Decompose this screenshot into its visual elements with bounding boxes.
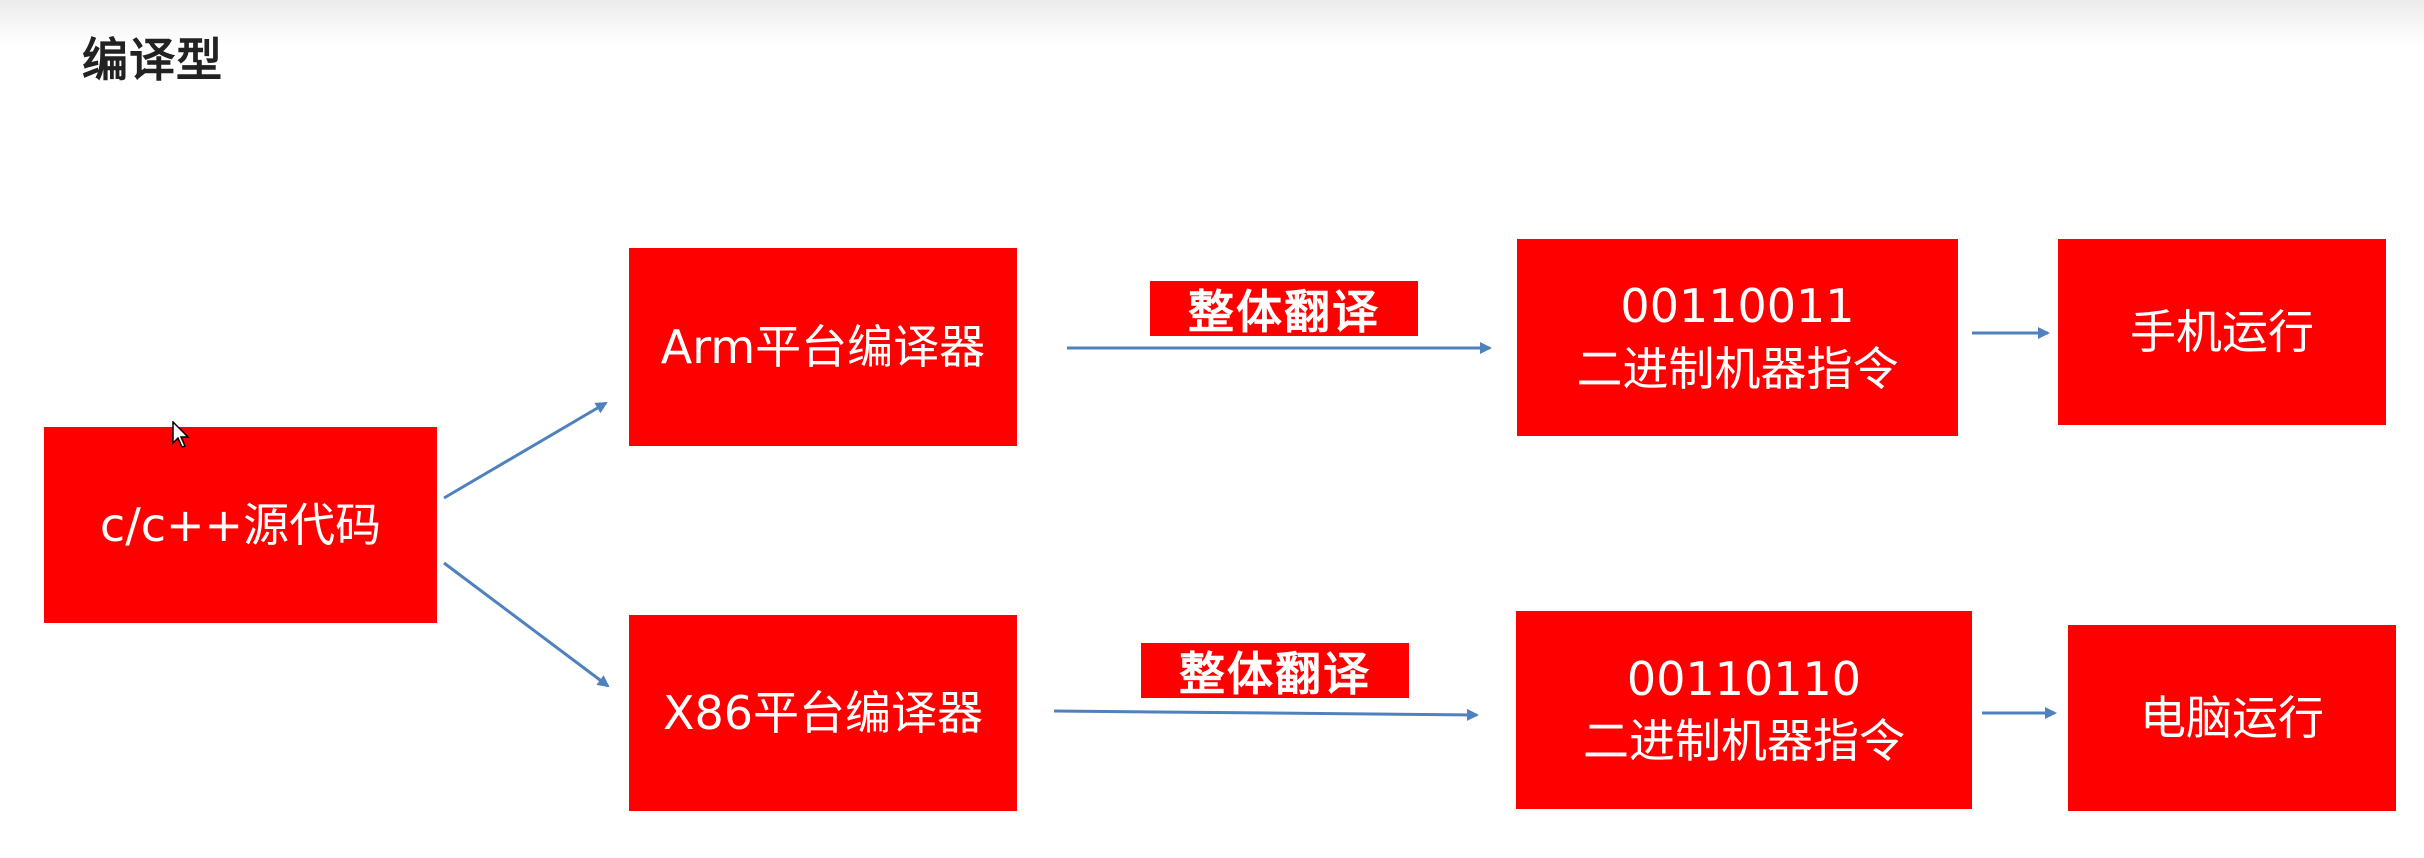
x86-binary-box: 00110110 二进制机器指令 [1516, 611, 1972, 809]
source-code-label: c/c++源代码 [99, 497, 382, 552]
pc-run-box: 电脑运行 [2068, 625, 2396, 811]
x86-binary-code: 00110110 [1626, 651, 1862, 706]
x86-compiler-label: X86平台编译器 [662, 685, 984, 740]
x86-compiler-box: X86平台编译器 [629, 615, 1017, 811]
source-code-box: c/c++源代码 [44, 427, 437, 623]
diagram-slide: 编译型 c/c++源代码 Arm平台编译器 X86平台编译器 整体翻译 整体翻译… [0, 0, 2424, 858]
arm-binary-code: 00110011 [1620, 279, 1855, 334]
mouse-pointer-icon [172, 421, 190, 448]
arm-binary-box: 00110011 二进制机器指令 [1517, 239, 1958, 436]
arrow-source-to-x86 [443, 561, 610, 688]
arm-binary-caption: 二进制机器指令 [1576, 341, 1899, 396]
edge-label-top: 整体翻译 [1150, 281, 1418, 339]
x86-binary-caption: 二进制机器指令 [1583, 714, 1905, 768]
phone-run-box: 手机运行 [2058, 239, 2386, 425]
phone-run-label: 手机运行 [2130, 304, 2314, 359]
arrow-x86-to-binary [1053, 708, 1479, 721]
arm-compiler-box: Arm平台编译器 [629, 248, 1017, 446]
edge-label-bottom: 整体翻译 [1141, 643, 1409, 701]
arrow-source-to-arm [443, 401, 608, 500]
arm-compiler-label: Arm平台编译器 [660, 319, 986, 374]
pc-run-label: 电脑运行 [2140, 690, 2324, 745]
